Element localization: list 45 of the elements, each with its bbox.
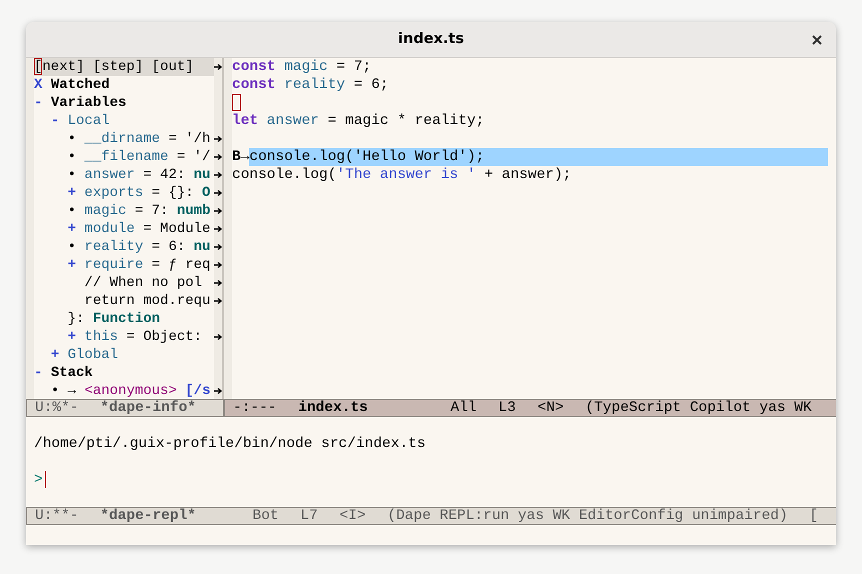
toggle-marker[interactable]: - [34,95,42,111]
variable-entry: __dirname = '/h [84,131,210,147]
output-text: /home/pti/.guix-profile/bin/node src/index.ts [34,436,426,452]
window-title: index.ts [398,30,464,49]
variable-entry: → <anonymous> [/s [68,383,210,399]
debug-control-button[interactable]: [out] [152,58,194,76]
toggle-marker[interactable]: + [68,329,76,345]
bullet: • [68,131,76,147]
section-heading: Watched [50,77,110,93]
toggle-marker[interactable]: + [50,347,60,363]
toggle-marker[interactable]: + [68,221,76,237]
value-text: // When no pol [83,275,202,291]
value-text: }: Function [68,311,160,327]
bullet: • [50,383,60,399]
code-line: let answer = magic * reality; [232,112,484,130]
section-heading: Variables [50,95,126,111]
debug-control-button[interactable]: [step] [92,58,144,76]
variable-entry: require = ƒ req [84,257,210,273]
value-text: return mod.requ [83,293,210,309]
code-line: const reality = 6; [232,76,389,94]
variable-entry: reality = 6: nu [84,239,210,255]
variable-entry: module = Module [84,221,210,237]
breakpoint-marker[interactable]: B→ [232,148,250,166]
close-button[interactable] [810,33,824,47]
toggle-marker[interactable]: + [68,257,76,273]
variable-entry: __filename = '/ [84,149,210,165]
toggle-marker[interactable]: - [50,113,60,129]
bullet: • [68,239,76,255]
code-line: const magic = 7; [232,58,372,76]
variable-entry: this = Object: [84,329,204,345]
toggle-marker[interactable]: X [34,77,42,93]
toggle-marker[interactable]: + [68,185,76,201]
bullet: • [68,203,76,219]
variable-entry: magic = 7: numb [84,203,210,219]
bullet: • [68,149,76,165]
variable-entry: answer = 42: nu [84,167,210,183]
bullet: • [68,167,76,183]
variable-entry: Global [68,347,118,363]
section-heading: Stack [50,365,93,381]
code-line: console.log('The answer is ' + answer); [232,166,572,184]
prompt-symbol: > [34,472,43,488]
toggle-marker[interactable]: - [34,365,42,381]
code-line: console.log('Hello World'); [249,148,484,166]
variable-entry: Local [68,113,110,129]
variable-entry: exports = {}: O [84,185,210,201]
